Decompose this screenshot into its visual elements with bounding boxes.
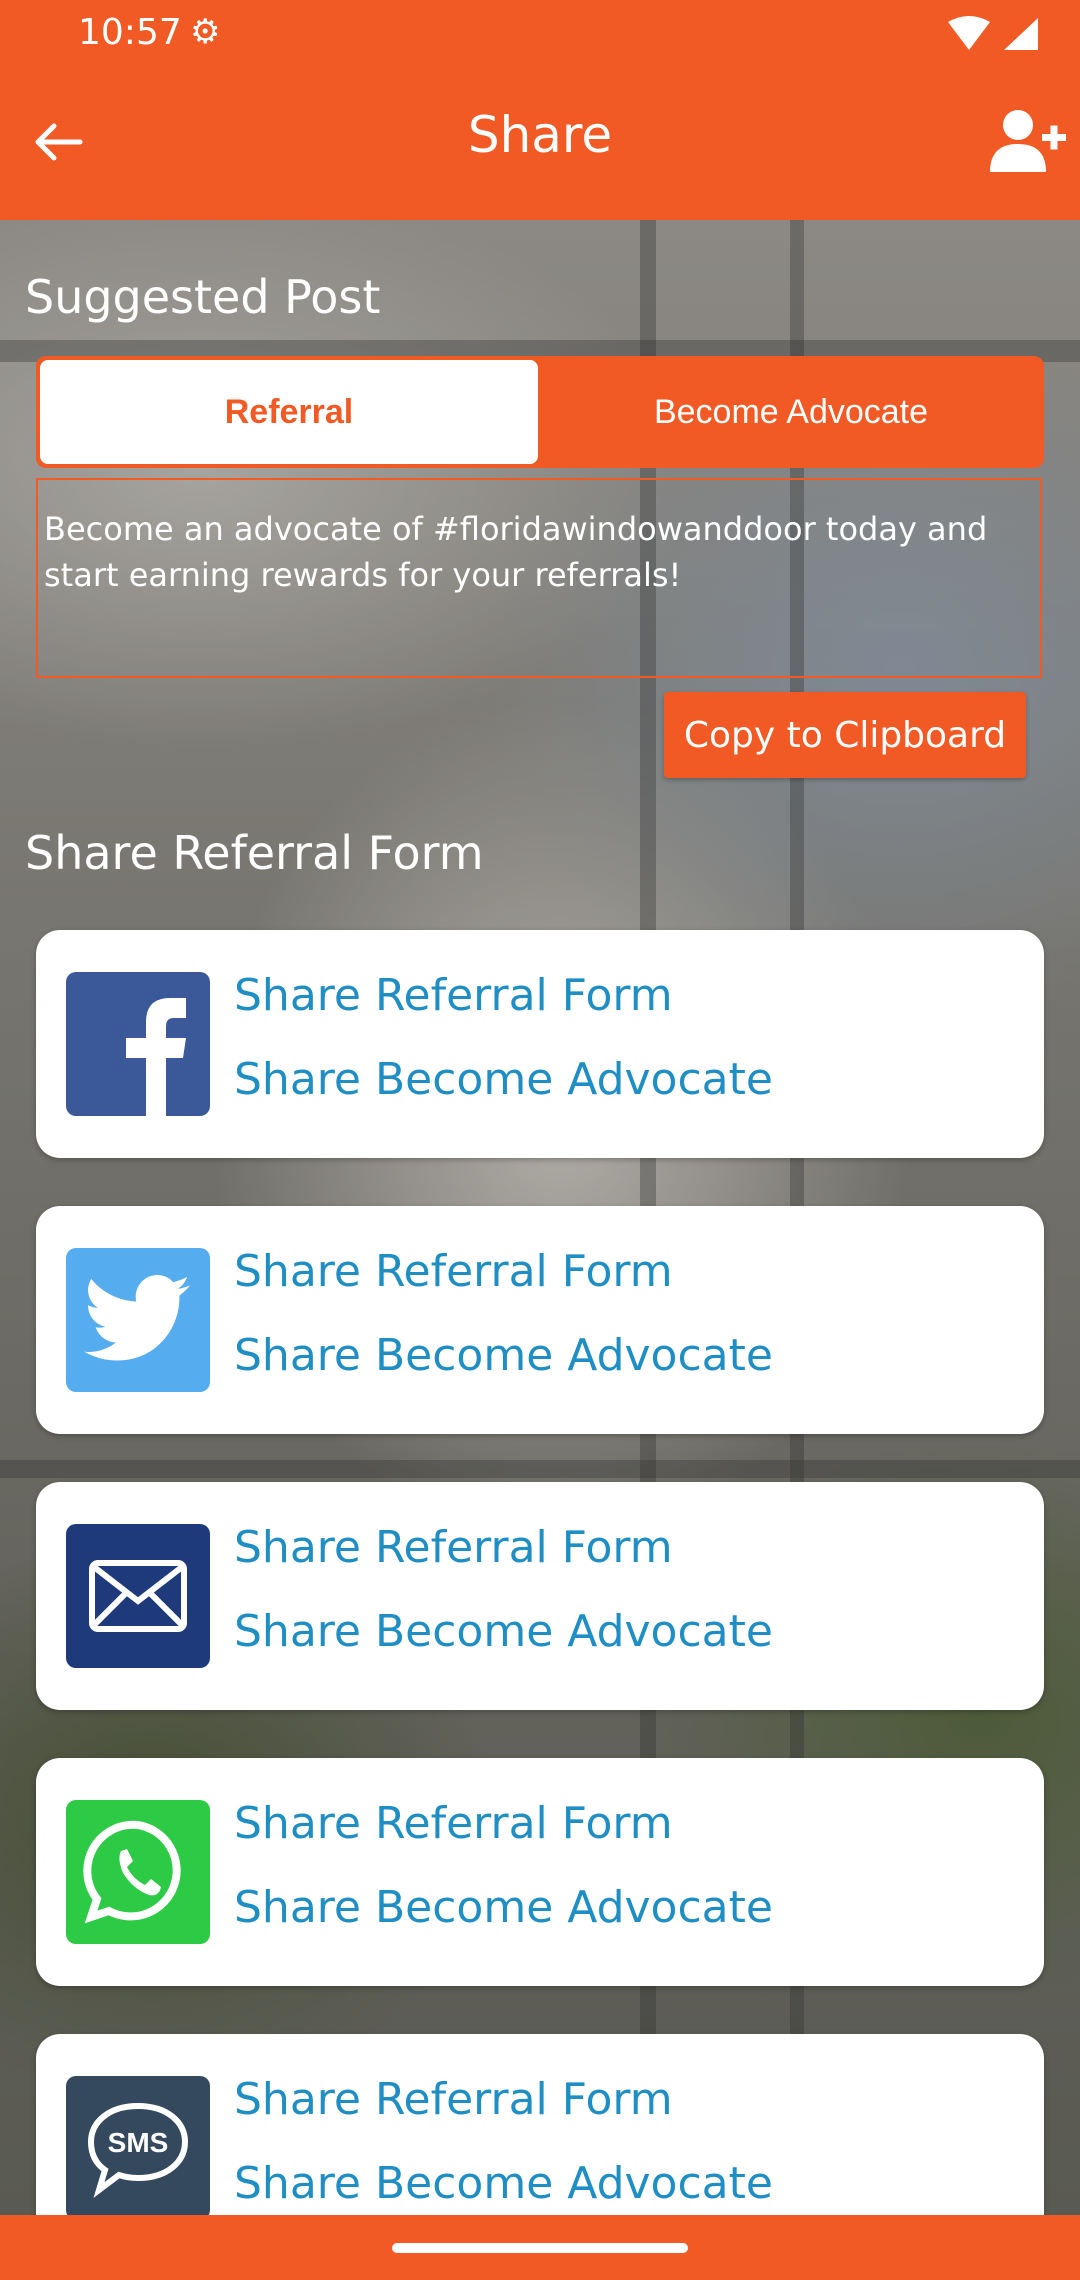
share-card-twitter: Share Referral Form Share Become Advocat… <box>36 1206 1044 1434</box>
share-card-whatsapp: Share Referral Form Share Become Advocat… <box>36 1758 1044 1986</box>
copy-to-clipboard-button[interactable]: Copy to Clipboard <box>664 692 1026 778</box>
share-become-advocate-link[interactable]: Share Become Advocate <box>234 1054 773 1105</box>
app-bar: Share <box>0 72 1080 220</box>
tab-become-advocate[interactable]: Become Advocate <box>542 360 1040 464</box>
add-user-icon[interactable] <box>990 108 1066 174</box>
twitter-icon[interactable] <box>66 1248 210 1392</box>
share-referral-form-link[interactable]: Share Referral Form <box>234 1246 673 1297</box>
wifi-signal-icon <box>948 16 1038 50</box>
status-bar: 10:57 ⚙ <box>0 0 1080 72</box>
content: Suggested Post Referral Become Advocate … <box>0 220 1080 2262</box>
navigation-bar <box>0 2215 1080 2280</box>
tab-referral[interactable]: Referral <box>40 360 538 464</box>
share-referral-heading: Share Referral Form <box>25 826 484 880</box>
share-become-advocate-link[interactable]: Share Become Advocate <box>234 1882 773 1933</box>
post-type-tabs: Referral Become Advocate <box>36 356 1044 468</box>
home-gesture-handle[interactable] <box>392 2243 688 2253</box>
page-title: Share <box>467 106 613 164</box>
settings-gear-icon: ⚙ <box>190 12 221 52</box>
suggested-post-text: Become an advocate of #floridawindowandd… <box>36 478 1042 678</box>
share-card-facebook: Share Referral Form Share Become Advocat… <box>36 930 1044 1158</box>
sms-icon-text: SMS <box>108 2127 169 2158</box>
share-referral-form-link[interactable]: Share Referral Form <box>234 970 673 1021</box>
share-referral-form-link[interactable]: Share Referral Form <box>234 1522 673 1573</box>
sms-icon[interactable]: SMS <box>66 2076 210 2220</box>
share-become-advocate-link[interactable]: Share Become Advocate <box>234 1330 773 1381</box>
facebook-icon[interactable] <box>66 972 210 1116</box>
share-become-advocate-link[interactable]: Share Become Advocate <box>234 1606 773 1657</box>
share-referral-form-link[interactable]: Share Referral Form <box>234 1798 673 1849</box>
suggested-post-heading: Suggested Post <box>25 270 381 324</box>
signal-icons <box>948 16 1040 56</box>
share-become-advocate-link[interactable]: Share Become Advocate <box>234 2158 773 2209</box>
whatsapp-icon[interactable] <box>66 1800 210 1944</box>
email-icon[interactable] <box>66 1524 210 1668</box>
status-time: 10:57 <box>78 12 182 53</box>
share-referral-form-link[interactable]: Share Referral Form <box>234 2074 673 2125</box>
share-card-email: Share Referral Form Share Become Advocat… <box>36 1482 1044 1710</box>
